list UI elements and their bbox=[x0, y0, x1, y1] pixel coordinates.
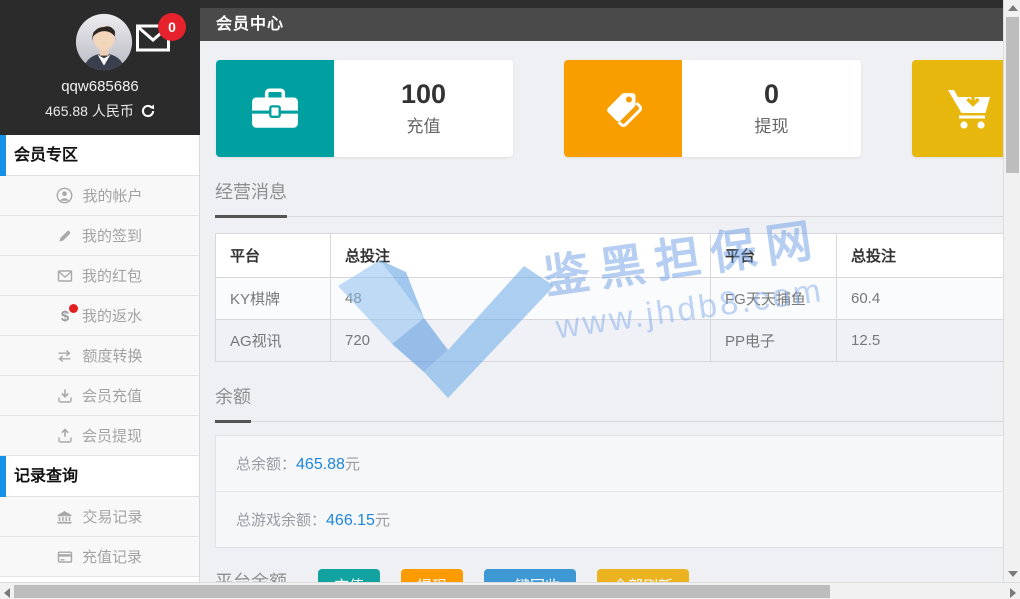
scroll-down-arrow[interactable] bbox=[1008, 571, 1018, 577]
card-icon bbox=[57, 549, 73, 565]
sidebar-section-member: 会员专区 bbox=[0, 135, 199, 176]
deposit-icon bbox=[57, 388, 73, 404]
total-game-balance-label: 总游戏余额： bbox=[236, 512, 326, 529]
business-table: 平台 总投注 平台 总投注 KY棋牌 48 FG天天捕鱼 60.4 AG视讯 7… bbox=[215, 233, 1003, 362]
sidebar-item-my-signin[interactable]: 我的签到 bbox=[0, 216, 199, 256]
sidebar-item-member-withdraw[interactable]: 会员提现 bbox=[0, 416, 199, 456]
vertical-scrollbar[interactable] bbox=[1003, 0, 1020, 582]
withdraw-summary-card: 0 提现 bbox=[564, 60, 861, 157]
user-icon bbox=[56, 187, 73, 204]
top-strip bbox=[200, 0, 1003, 8]
sidebar-item-my-redpacket[interactable]: 我的红包 bbox=[0, 256, 199, 296]
platform-cell: FG天天捕鱼 bbox=[711, 278, 837, 320]
summary-cards: 100 充值 0 提现 bbox=[216, 60, 1003, 157]
withdraw-label: 提现 bbox=[755, 112, 789, 137]
deposit-label: 充值 bbox=[407, 112, 441, 137]
column-header: 总投注 bbox=[837, 234, 1004, 278]
horizontal-scroll-thumb[interactable] bbox=[14, 585, 830, 598]
pencil-icon bbox=[57, 228, 73, 244]
sidebar-item-my-rebate[interactable]: $ 我的返水 bbox=[0, 296, 199, 336]
sidebar: 0 qqw685686 465.88 人民币 会员专区 我的帐户 bbox=[0, 0, 200, 582]
deposit-count: 100 bbox=[401, 80, 446, 110]
platform-cell: PP电子 bbox=[711, 320, 837, 362]
unit: 元 bbox=[375, 512, 390, 529]
transfer-icon bbox=[56, 348, 73, 364]
vertical-scroll-thumb[interactable] bbox=[1006, 17, 1019, 173]
refresh-icon[interactable] bbox=[141, 104, 155, 118]
platform-balance-title: 平台余额 bbox=[215, 568, 287, 582]
page-title: 会员中心 bbox=[200, 8, 1003, 41]
notification-dot bbox=[69, 304, 78, 313]
table-row: KY棋牌 48 FG天天捕鱼 60.4 bbox=[216, 278, 1004, 320]
horizontal-scrollbar[interactable] bbox=[0, 582, 1020, 599]
sidebar-item-my-account[interactable]: 我的帐户 bbox=[0, 176, 199, 216]
member-center-page: 0 qqw685686 465.88 人民币 会员专区 我的帐户 bbox=[0, 0, 1020, 599]
platform-cell: KY棋牌 bbox=[216, 278, 331, 320]
bet-total-cell: 48 bbox=[331, 278, 711, 320]
balance-title: 余额 bbox=[215, 383, 251, 423]
unit: 元 bbox=[345, 456, 360, 473]
total-game-balance-row: 总游戏余额：466.15元 bbox=[216, 491, 1003, 547]
mail-badge: 0 bbox=[158, 13, 186, 41]
user-balance-text: 465.88 人民币 bbox=[45, 101, 134, 121]
table-row: AG视讯 720 PP电子 12.5 bbox=[216, 320, 1004, 362]
deposit-summary-card: 100 充值 bbox=[216, 60, 513, 157]
avatar-image bbox=[75, 13, 133, 71]
dollar-icon: $ bbox=[57, 308, 73, 324]
platform-cell: AG视讯 bbox=[216, 320, 331, 362]
total-balance-row: 总余额：465.88元 bbox=[216, 436, 1003, 491]
envelope-icon bbox=[57, 268, 73, 284]
bet-total-cell: 720 bbox=[331, 320, 711, 362]
business-news-title: 经营消息 bbox=[215, 178, 287, 218]
bet-total-cell: 60.4 bbox=[837, 278, 1004, 320]
cart-download-icon bbox=[912, 60, 1003, 157]
user-balance: 465.88 人民币 bbox=[0, 101, 200, 121]
scroll-up-arrow[interactable] bbox=[1008, 5, 1018, 11]
sidebar-item-transaction-records[interactable]: 交易记录 bbox=[0, 497, 199, 537]
column-header: 平台 bbox=[711, 234, 837, 278]
column-header: 平台 bbox=[216, 234, 331, 278]
username: qqw685686 bbox=[0, 78, 200, 95]
cart-summary-card bbox=[912, 60, 1003, 157]
briefcase-icon bbox=[216, 60, 334, 157]
bet-total-cell: 12.5 bbox=[837, 320, 1004, 362]
business-table-header-row: 平台 总投注 平台 总投注 bbox=[216, 234, 1004, 278]
one-key-recycle-button[interactable]: 一键回收 bbox=[484, 569, 576, 582]
deposit-button[interactable]: 充值 bbox=[318, 569, 380, 582]
scroll-right-arrow[interactable] bbox=[1010, 588, 1016, 598]
withdraw-button[interactable]: 提现 bbox=[401, 569, 463, 582]
sidebar-section-records: 记录查询 bbox=[0, 456, 199, 497]
bank-icon bbox=[56, 509, 73, 525]
tags-icon bbox=[564, 60, 682, 157]
withdraw-icon bbox=[57, 428, 73, 444]
platform-balance-header: 平台余额 充值 提现 一键回收 全部刷新 bbox=[215, 568, 1003, 582]
sidebar-item-quota-transfer[interactable]: 额度转换 bbox=[0, 336, 199, 376]
main-content: 会员中心 100 充值 bbox=[200, 0, 1003, 582]
avatar[interactable] bbox=[75, 13, 133, 71]
withdraw-count: 0 bbox=[764, 80, 779, 110]
column-header: 总投注 bbox=[331, 234, 711, 278]
sidebar-item-member-deposit[interactable]: 会员充值 bbox=[0, 376, 199, 416]
business-news-header: 经营消息 bbox=[215, 178, 1003, 217]
total-game-balance-value: 466.15 bbox=[326, 512, 375, 529]
scroll-left-arrow[interactable] bbox=[4, 588, 10, 598]
balance-header: 余额 bbox=[215, 383, 1003, 422]
total-balance-label: 总余额： bbox=[236, 456, 296, 473]
balance-box: 总余额：465.88元 总游戏余额：466.15元 bbox=[215, 435, 1003, 548]
sidebar-item-deposit-records[interactable]: 充值记录 bbox=[0, 537, 199, 577]
total-balance-value: 465.88 bbox=[296, 456, 345, 473]
refresh-all-button[interactable]: 全部刷新 bbox=[597, 569, 689, 582]
sidebar-profile-panel: 0 qqw685686 465.88 人民币 bbox=[0, 0, 200, 135]
